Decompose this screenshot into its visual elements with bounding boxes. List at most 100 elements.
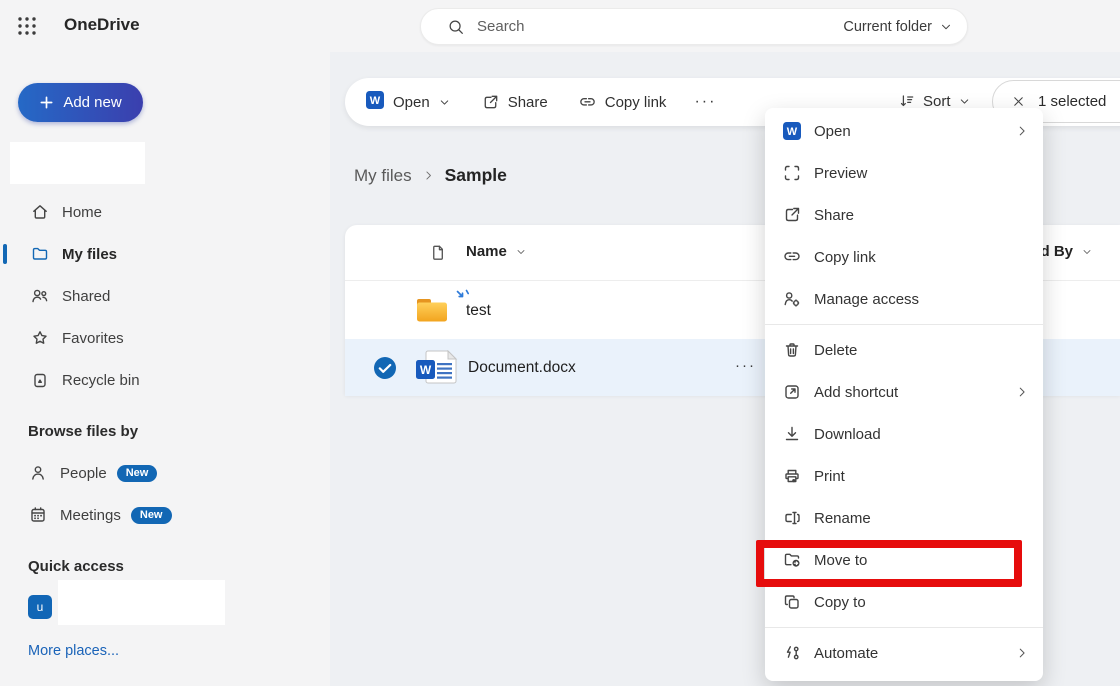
menu-item-automate[interactable]: Automate <box>765 632 1043 674</box>
sidebar-item-label: Recycle bin <box>62 372 140 389</box>
recycle-bin-icon <box>30 370 50 390</box>
menu-item-label: Add shortcut <box>814 384 1015 401</box>
context-menu: W Open Preview Share Copy link <box>765 108 1043 681</box>
svg-text:W: W <box>370 95 381 107</box>
menu-item-manage-access[interactable]: Manage access <box>765 278 1043 320</box>
calendar-icon <box>28 505 48 525</box>
menu-item-rename[interactable]: Rename <box>765 497 1043 539</box>
chevron-right-icon <box>1015 385 1029 399</box>
chevron-right-icon <box>422 169 435 182</box>
link-icon <box>782 247 802 267</box>
chevron-down-icon <box>958 95 971 108</box>
word-file-icon: W <box>416 350 460 390</box>
onedrive-window: OneDrive Current folder Add new Home My … <box>0 0 1120 686</box>
share-icon <box>481 93 500 112</box>
toolbar-more-button[interactable]: ··· <box>682 93 728 111</box>
menu-item-move-to[interactable]: Move to <box>765 539 1043 581</box>
sidebar-item-label: Favorites <box>62 330 124 347</box>
add-new-button[interactable]: Add new <box>18 83 143 122</box>
menu-item-label: Share <box>814 207 1029 224</box>
menu-item-label: Copy to <box>814 594 1029 611</box>
dismiss-icon[interactable] <box>1011 94 1026 109</box>
star-icon <box>30 328 50 348</box>
menu-item-delete[interactable]: Delete <box>765 329 1043 371</box>
file-type-column-icon[interactable] <box>429 243 448 262</box>
app-launcher-waffle-icon[interactable] <box>16 15 38 37</box>
sidebar-item-people[interactable]: People New <box>0 452 310 494</box>
sidebar-item-meetings[interactable]: Meetings New <box>0 494 310 536</box>
menu-item-open[interactable]: W Open <box>765 110 1043 152</box>
home-icon <box>30 202 50 222</box>
sidebar-item-home[interactable]: Home <box>0 191 310 233</box>
preview-icon <box>782 163 802 183</box>
menu-divider <box>765 324 1043 325</box>
name-column-label: Name <box>466 243 507 260</box>
add-new-label: Add new <box>63 94 121 111</box>
more-places-link[interactable]: More places... <box>28 643 119 659</box>
svg-text:W: W <box>787 126 798 138</box>
copy-link-label: Copy link <box>605 94 667 111</box>
menu-item-label: Download <box>814 426 1029 443</box>
row-more-button[interactable]: ··· <box>735 357 756 374</box>
name-column-header[interactable]: Name <box>466 243 527 260</box>
breadcrumb-my-files[interactable]: My files <box>354 166 412 186</box>
manage-access-icon <box>782 289 802 309</box>
menu-divider <box>765 627 1043 628</box>
search-scope-label: Current folder <box>843 19 932 35</box>
redacted-username <box>10 142 145 184</box>
quick-access-site-icon[interactable]: u <box>28 595 52 619</box>
menu-item-label: Automate <box>814 645 1015 662</box>
breadcrumb: My files Sample <box>354 165 507 186</box>
search-scope-dropdown[interactable]: Current folder <box>843 19 953 35</box>
search-bar[interactable]: Current folder <box>420 8 968 45</box>
menu-item-share[interactable]: Share <box>765 194 1043 236</box>
search-input[interactable] <box>477 18 843 35</box>
sidebar-item-label: Meetings <box>60 507 121 524</box>
open-button[interactable]: W Open <box>355 90 461 114</box>
search-icon <box>447 18 465 36</box>
app-title[interactable]: OneDrive <box>64 15 140 35</box>
sidebar-item-my-files[interactable]: My files <box>0 233 310 275</box>
quick-access-heading: Quick access <box>28 558 124 575</box>
selection-count-label: 1 selected <box>1038 93 1106 110</box>
breadcrumb-current-folder: Sample <box>445 165 507 186</box>
menu-item-download[interactable]: Download <box>765 413 1043 455</box>
share-button[interactable]: Share <box>469 93 560 112</box>
file-name: test <box>466 302 491 320</box>
word-icon: W <box>782 121 802 141</box>
svg-text:W: W <box>420 363 432 377</box>
automate-icon <box>782 643 802 663</box>
menu-item-label: Preview <box>814 165 1029 182</box>
folder-icon <box>415 296 449 329</box>
menu-item-print[interactable]: Print <box>765 455 1043 497</box>
menu-item-add-shortcut[interactable]: Add shortcut <box>765 371 1043 413</box>
browse-files-by-heading: Browse files by <box>28 423 138 440</box>
sidebar-item-recycle-bin[interactable]: Recycle bin <box>0 359 310 401</box>
menu-item-label: Copy link <box>814 249 1029 266</box>
copy-to-icon <box>782 592 802 612</box>
menu-item-label: Open <box>814 123 1015 140</box>
sidebar-item-label: Shared <box>62 288 110 305</box>
menu-item-preview[interactable]: Preview <box>765 152 1043 194</box>
person-icon <box>28 463 48 483</box>
delete-icon <box>782 340 802 360</box>
menu-item-label: Delete <box>814 342 1029 359</box>
open-label: Open <box>393 94 430 111</box>
chevron-down-icon <box>515 246 527 258</box>
share-icon <box>782 205 802 225</box>
menu-item-copy-link[interactable]: Copy link <box>765 236 1043 278</box>
sidebar-item-favorites[interactable]: Favorites <box>0 317 310 359</box>
top-bar: OneDrive Current folder <box>0 0 1120 52</box>
redacted-quick-access-name[interactable] <box>58 580 225 625</box>
selected-check-icon[interactable] <box>373 356 397 385</box>
selection-indicator <box>3 244 7 264</box>
people-icon <box>30 286 50 306</box>
folder-icon <box>30 244 50 264</box>
copy-link-button[interactable]: Copy link <box>566 93 679 112</box>
chevron-right-icon <box>1015 646 1029 660</box>
chevron-down-icon <box>438 96 451 109</box>
menu-item-copy-to[interactable]: Copy to <box>765 581 1043 623</box>
add-shortcut-icon <box>782 382 802 402</box>
download-icon <box>782 424 802 444</box>
sidebar-item-shared[interactable]: Shared <box>0 275 310 317</box>
